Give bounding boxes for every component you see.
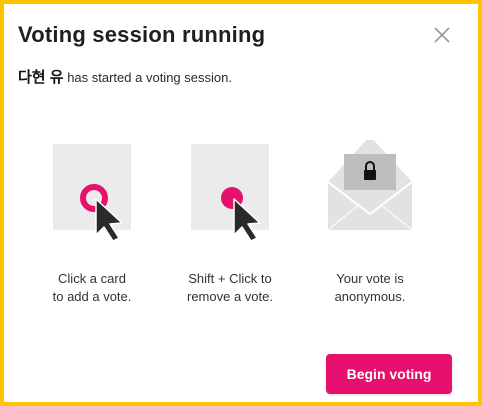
envelope-lock-icon [300, 140, 440, 260]
step-caption: Your vote is anonymous. [334, 271, 406, 304]
voting-dialog: Voting session running 다현 유 has started … [4, 4, 478, 402]
step-caption: Shift + Click to remove a vote. [187, 271, 273, 304]
step-anonymous: Your vote is anonymous. [300, 140, 440, 306]
user-name: 다현 유 [18, 69, 64, 86]
step-remove-vote: Shift + Click to remove a vote. [160, 140, 300, 306]
card-click-icon [22, 140, 162, 260]
dialog-title: Voting session running [18, 22, 266, 47]
close-button[interactable] [431, 24, 453, 46]
begin-voting-button[interactable]: Begin voting [326, 354, 452, 394]
session-subtitle: 다현 유 has started a voting session. [18, 66, 232, 87]
step-caption: Click a card to add a vote. [52, 271, 132, 304]
step-add-vote: Click a card to add a vote. [22, 140, 162, 306]
close-icon [434, 27, 450, 43]
card-shift-click-icon [160, 140, 300, 260]
subtitle-text: has started a voting session. [63, 70, 232, 85]
